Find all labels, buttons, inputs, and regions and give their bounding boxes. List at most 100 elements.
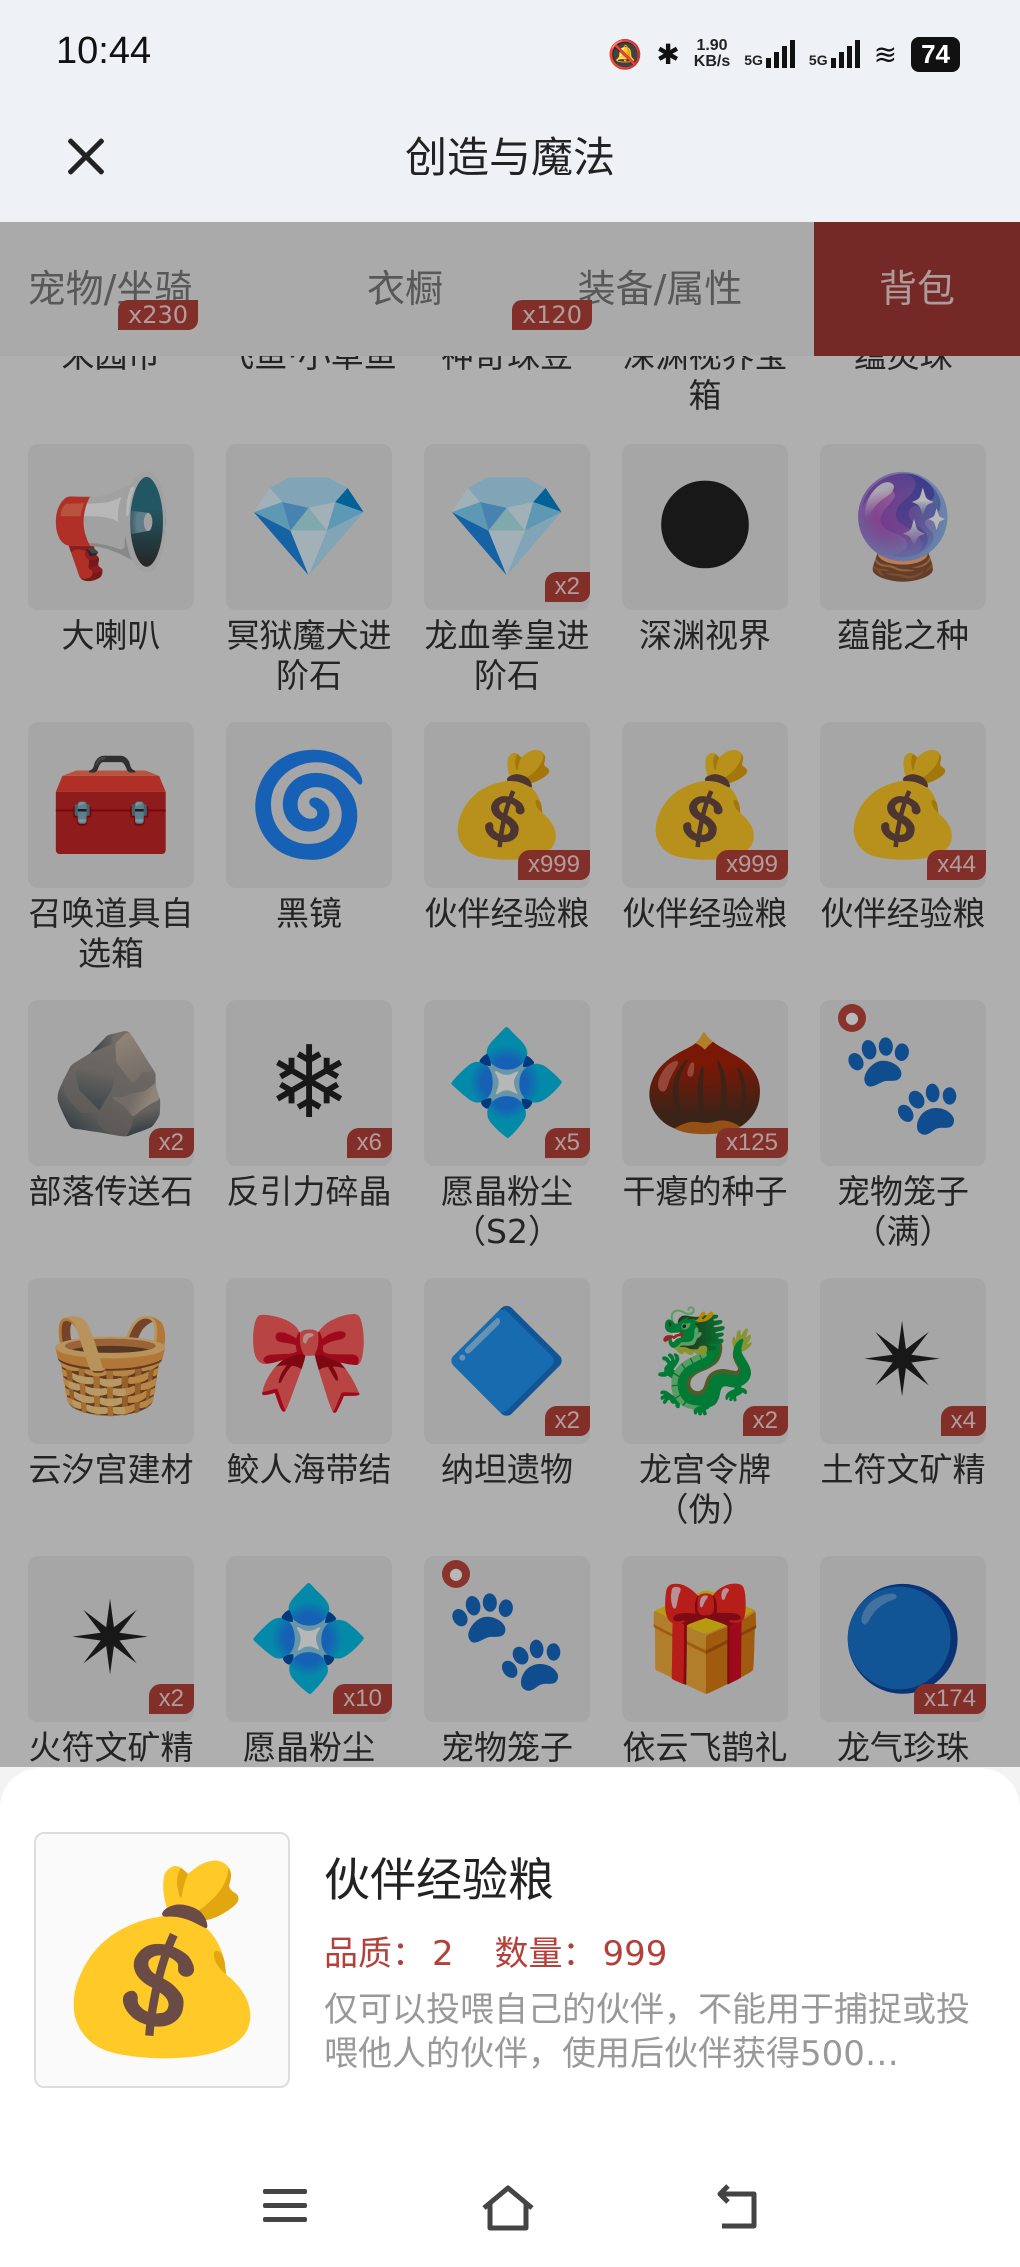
item-name: 蕴能之种: [837, 616, 969, 655]
item-name: 宋园币: [16, 356, 206, 376]
home-icon[interactable]: [478, 2180, 538, 2236]
item-name: 干瘪的种子: [622, 1172, 788, 1211]
black-mirror-icon: 🌀: [246, 746, 372, 863]
tab-wardrobe[interactable]: 衣橱: [290, 222, 520, 356]
inventory-item[interactable]: 📢 大喇叭: [16, 444, 206, 704]
dragon-pearl-icon: 🔵: [840, 1580, 966, 1697]
count-badge: x6: [346, 1128, 392, 1158]
paw-bag-icon: 💰: [444, 746, 570, 863]
item-icon-box: 🌀: [226, 722, 392, 888]
count-badge: x2: [148, 1128, 194, 1158]
count-badge: x120: [512, 300, 593, 330]
item-icon-box: 📢: [28, 444, 194, 610]
item-name: 宠物笼子（满）: [441, 1728, 573, 1766]
count-badge: x230: [118, 300, 199, 330]
item-name: 龙气珍珠: [837, 1728, 969, 1766]
inventory-item[interactable]: 🔷 x2 纳坦遗物: [412, 1278, 602, 1538]
item-icon-box: 🔮: [820, 444, 986, 610]
inventory-item[interactable]: 💎 冥狱魔犬进阶石: [214, 444, 404, 704]
purple-gem-icon: 💎: [246, 468, 372, 585]
item-name: 龙宫令牌（伪）: [639, 1450, 771, 1529]
item-name: 愿晶粉尘（S2）: [441, 1172, 573, 1251]
inventory-item[interactable]: 🌀 黑镜: [214, 722, 404, 982]
inventory-item[interactable]: ✴ x2 火符文矿精: [16, 1556, 206, 1766]
seed-icon: 🌰: [642, 1024, 768, 1141]
item-icon-box: 🐾 ●: [424, 1556, 590, 1722]
treasure-chest-icon: 🧰: [48, 746, 174, 863]
quality-value: 2: [432, 1934, 454, 1974]
item-name: 飞鱼·小草鱼: [214, 356, 404, 376]
signal-icon: 5G: [744, 40, 795, 68]
count-badge: x2: [148, 1684, 194, 1714]
inventory-item[interactable]: 💎 x2 龙血拳皇进阶石: [412, 444, 602, 704]
inventory-item[interactable]: 🧰 召唤道具自选箱: [16, 722, 206, 982]
count-badge: x2: [742, 1406, 788, 1436]
item-icon-box: 🧰: [28, 722, 194, 888]
status-bar: 10:44 🔕 ✱ 1.90 KB/s 5G 5G ≋ 74: [0, 0, 1020, 110]
detail-meta: 品质： 2 数量： 999: [324, 1926, 673, 1975]
inventory-item[interactable]: 💰 x999 伙伴经验粮: [412, 722, 602, 982]
dust-pile-icon: 💠: [444, 1024, 570, 1141]
item-name: 蕴灵珠: [808, 356, 998, 376]
pet-cage-icon: 🐾: [840, 1024, 966, 1141]
gift-box-icon: 🎁: [642, 1580, 768, 1697]
item-name: 部落传送石: [28, 1172, 194, 1211]
pet-cage-icon: 🐾: [444, 1580, 570, 1697]
inventory-item[interactable]: 💠 x5 愿晶粉尘（S2）: [412, 1000, 602, 1260]
menu-icon[interactable]: [255, 2180, 315, 2236]
count-badge: x999: [517, 850, 590, 880]
detail-item-name: 伙伴经验粮: [324, 1853, 554, 1907]
tab-backpack[interactable]: 背包: [814, 222, 1020, 356]
tab-pets-mounts[interactable]: 宠物/坐骑: [0, 222, 220, 356]
item-name: 伙伴经验粮: [622, 894, 788, 933]
crystal-icon: 🔮: [840, 468, 966, 585]
signal-label-1: 5G: [744, 52, 763, 68]
item-name: 伙伴经验粮: [820, 894, 986, 933]
megaphone-icon: 📢: [48, 468, 174, 585]
item-name: 冥狱魔犬进阶石: [226, 616, 392, 695]
inventory-item[interactable]: 🌰 x125 干瘪的种子: [610, 1000, 800, 1260]
item-name: 土符文矿精: [820, 1450, 986, 1489]
inventory-item[interactable]: 🎀 鲛人海带结: [214, 1278, 404, 1538]
inventory-item[interactable]: ❄ x6 反引力碎晶: [214, 1000, 404, 1260]
inventory-item[interactable]: 💰 x44 伙伴经验粮: [808, 722, 998, 982]
paw-bag-icon: 💰: [49, 1855, 275, 2064]
inventory-item[interactable]: 🎁 依云飞鹊礼盒: [610, 1556, 800, 1766]
inventory-item[interactable]: 🐉 x2 龙宫令牌（伪）: [610, 1278, 800, 1538]
detail-description: 仅可以投喂自己的伙伴，不能用于捕捉或投喂他人的伙伴，使用后伙伴获得500…: [324, 1990, 970, 2074]
inventory-item[interactable]: 🧺 云汐宫建材: [16, 1278, 206, 1538]
inventory-item[interactable]: 🔵 x174 龙气珍珠: [808, 1556, 998, 1766]
mute-icon: 🔕: [607, 37, 643, 71]
bull-gem-icon: 💎: [444, 468, 570, 585]
back-icon[interactable]: [708, 2180, 768, 2236]
page-title: 创造与魔法: [404, 133, 615, 182]
battery-icon: 74: [911, 36, 960, 72]
paw-bag-icon: 💰: [642, 746, 768, 863]
tab-equipment[interactable]: 装备/属性: [540, 222, 780, 356]
net-speed-value: 1.90: [696, 37, 728, 54]
inventory-item[interactable]: 💰 x999 伙伴经验粮: [610, 722, 800, 982]
count-badge: x2: [544, 572, 590, 602]
paw-badge-icon: ●: [838, 1004, 866, 1032]
dark-sun-icon: 🌑: [652, 468, 758, 585]
inventory-item[interactable]: ✴ x4 土符文矿精: [808, 1278, 998, 1538]
signal-icon: 5G: [809, 40, 860, 68]
wifi-icon: ≋: [873, 37, 898, 71]
item-name: 神奇珠豆: [412, 356, 602, 376]
paw-bag-icon: 💰: [840, 746, 966, 863]
inventory-item[interactable]: 🐾●宠物笼子（满）: [808, 1000, 998, 1260]
item-name: 宠物笼子（满）: [837, 1172, 969, 1251]
item-name: 龙血拳皇进阶石: [424, 616, 590, 695]
dragon-token-icon: 🐉: [642, 1302, 768, 1419]
inventory-item[interactable]: 🪨 x2 部落传送石: [16, 1000, 206, 1260]
inventory-item[interactable]: 🔮 蕴能之种: [808, 444, 998, 704]
inventory-item[interactable]: 🌑 深渊视界: [610, 444, 800, 704]
rune-stone-icon: 🪨: [48, 1024, 174, 1141]
item-icon-box: 🐾 ●: [820, 1000, 986, 1166]
item-name: 鲛人海带结: [226, 1450, 392, 1489]
inventory-item[interactable]: 💠x10 愿晶粉尘（S1）: [214, 1556, 404, 1766]
inventory-item[interactable]: 🐾● 宠物笼子（满）: [412, 1556, 602, 1766]
quantity-value: 999: [602, 1934, 668, 1974]
item-name: 大喇叭: [61, 616, 161, 655]
system-nav-bar: [0, 2150, 1020, 2267]
